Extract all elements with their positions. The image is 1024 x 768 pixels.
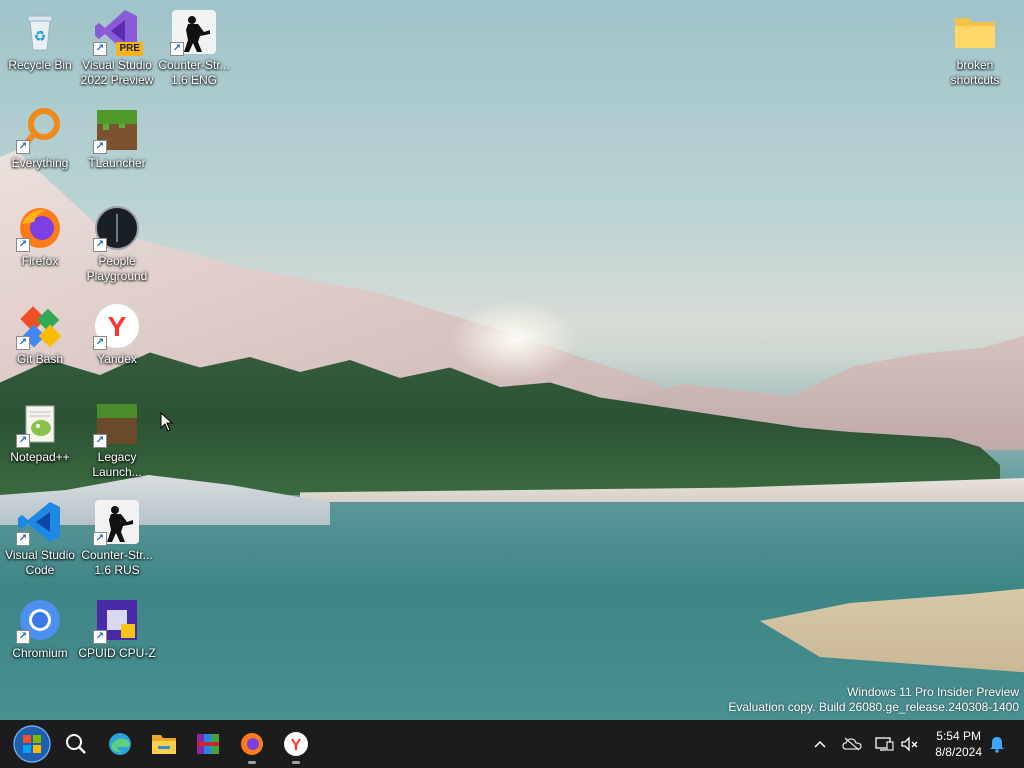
desktop-icon-git-bash[interactable]: ↗ Git Bash [0, 302, 80, 367]
running-indicator [292, 761, 300, 764]
file-explorer-icon[interactable] [144, 724, 184, 764]
svg-text:Y: Y [291, 737, 302, 754]
shortcut-arrow-icon: ↗ [16, 434, 30, 448]
watermark-line-2: Evaluation copy. Build 26080.ge_release.… [728, 700, 1019, 714]
people-playground-icon: ↗ [93, 204, 141, 252]
volume-muted-icon[interactable] [898, 720, 922, 768]
winrar-icon[interactable] [188, 724, 228, 764]
desktop-icon-counter-strike-eng[interactable]: ↗ Counter-Str... 1.6 ENG [154, 8, 234, 88]
svg-text:Y: Y [108, 311, 127, 342]
edge-icon[interactable] [100, 724, 140, 764]
shortcut-arrow-icon: ↗ [170, 42, 184, 56]
desktop-icon-label: Legacy Launch... [92, 450, 142, 479]
desktop-icon-label: Recycle Bin [8, 58, 72, 72]
everything-search-icon: ↗ [16, 106, 64, 154]
counter-strike-icon: ↗ [170, 8, 218, 56]
desktop-icon-label: CPUID CPU-Z [78, 646, 156, 660]
firefox-icon[interactable] [232, 724, 272, 764]
desktop-icon-label: TLauncher [88, 156, 146, 170]
svg-text:♻: ♻ [34, 29, 47, 45]
desktop-icon-label: Git Bash [16, 352, 64, 366]
desktop-icon-label: Counter-Str... 1.6 ENG [158, 58, 230, 87]
desktop-icon-notepad-plus-plus[interactable]: ↗ Notepad++ [0, 400, 80, 465]
shortcut-arrow-icon: ↗ [16, 532, 30, 546]
vscode-icon: ↗ [16, 498, 64, 546]
shortcut-arrow-icon: ↗ [93, 434, 107, 448]
onedrive-icon[interactable] [840, 720, 864, 768]
desktop-icon-label: broken shortcuts [950, 58, 1000, 87]
shortcut-arrow-icon: ↗ [93, 336, 107, 350]
desktop-icon-label: Counter-Str... 1.6 RUS [81, 548, 153, 577]
desktop-icon-vscode[interactable]: ↗ Visual Studio Code [0, 498, 80, 578]
shortcut-arrow-icon: ↗ [16, 238, 30, 252]
show-hidden-icons-chevron[interactable] [808, 720, 832, 768]
desktop-icon-legacy-launcher[interactable]: ↗ Legacy Launch... [77, 400, 157, 480]
desktop-icon-counter-strike-rus[interactable]: ↗ Counter-Str... 1.6 RUS [77, 498, 157, 578]
desktop-icon-recycle-bin[interactable]: ♻ Recycle Bin [0, 8, 80, 73]
desktop-icon-label: Visual Studio Code [5, 548, 75, 577]
desktop-icon-broken-shortcuts[interactable]: broken shortcuts [935, 8, 1015, 88]
desktop-icon-label: Notepad++ [10, 450, 70, 464]
minecraft-grass-block-icon: ↗ [93, 106, 141, 154]
git-bash-icon: ↗ [16, 302, 64, 350]
shortcut-arrow-icon: ↗ [93, 140, 107, 154]
desktop-icon-visual-studio-preview[interactable]: ↗ PRE Visual Studio 2022 Preview [77, 8, 157, 88]
firefox-icon: ↗ [16, 204, 64, 252]
preview-badge: PRE [116, 42, 143, 56]
desktop-icon-firefox[interactable]: ↗ Firefox [0, 204, 80, 269]
search-icon[interactable] [56, 724, 96, 764]
desktop-icon-label: Chromium [12, 646, 68, 660]
shortcut-arrow-icon: ↗ [93, 238, 107, 252]
cpu-z-icon: ↗ [93, 596, 141, 644]
wallpaper-grass [760, 585, 1024, 675]
desktop-icon-label: Visual Studio 2022 Preview [80, 58, 154, 87]
desktop-icon-cpu-z[interactable]: ↗ CPUID CPU-Z [77, 596, 157, 661]
clock-date: 8/8/2024 [935, 745, 982, 759]
shortcut-arrow-icon: ↗ [16, 336, 30, 350]
counter-strike-icon: ↗ [93, 498, 141, 546]
wallpaper-sun [450, 300, 580, 380]
legacy-launcher-icon: ↗ [93, 400, 141, 448]
notepad-plus-plus-icon: ↗ [16, 400, 64, 448]
desktop-icon-label: Everything [11, 156, 69, 170]
start-button[interactable] [12, 724, 52, 764]
desktop-icon-label: People Playground [86, 254, 148, 283]
yandex-browser-icon[interactable]: Y [276, 724, 316, 764]
shortcut-arrow-icon: ↗ [16, 630, 30, 644]
shortcut-arrow-icon: ↗ [16, 140, 30, 154]
windows-watermark: Windows 11 Pro Insider Preview Evaluatio… [728, 685, 1019, 715]
network-icon[interactable] [872, 720, 896, 768]
watermark-line-1: Windows 11 Pro Insider Preview [847, 685, 1019, 699]
desktop-icon-label: Yandex [97, 352, 137, 366]
folder-icon [951, 8, 999, 56]
desktop[interactable]: ♻ Recycle Bin ↗ Everything ↗ Firefox ↗ G… [0, 0, 1024, 720]
desktop-icon-everything[interactable]: ↗ Everything [0, 106, 80, 171]
recycle-bin-icon: ♻ [16, 8, 64, 56]
yandex-browser-icon: Y ↗ [93, 302, 141, 350]
visual-studio-preview-icon: ↗ PRE [93, 8, 143, 56]
clock-time: 5:54 PM [936, 729, 981, 743]
taskbar: Y 5:54 PM 8/8/2024 [0, 720, 1024, 768]
shortcut-arrow-icon: ↗ [93, 630, 107, 644]
running-indicator [248, 761, 256, 764]
notifications-icon[interactable] [986, 720, 1008, 768]
chromium-icon: ↗ [16, 596, 64, 644]
desktop-icon-people-playground[interactable]: ↗ People Playground [77, 204, 157, 284]
shortcut-arrow-icon: ↗ [93, 532, 107, 546]
shortcut-arrow-icon: ↗ [93, 42, 107, 56]
desktop-icon-tlauncher[interactable]: ↗ TLauncher [77, 106, 157, 171]
desktop-icon-chromium[interactable]: ↗ Chromium [0, 596, 80, 661]
desktop-icon-label: Firefox [21, 254, 59, 268]
system-clock[interactable]: 5:54 PM 8/8/2024 [935, 728, 982, 760]
desktop-icon-yandex[interactable]: Y ↗ Yandex [77, 302, 157, 367]
